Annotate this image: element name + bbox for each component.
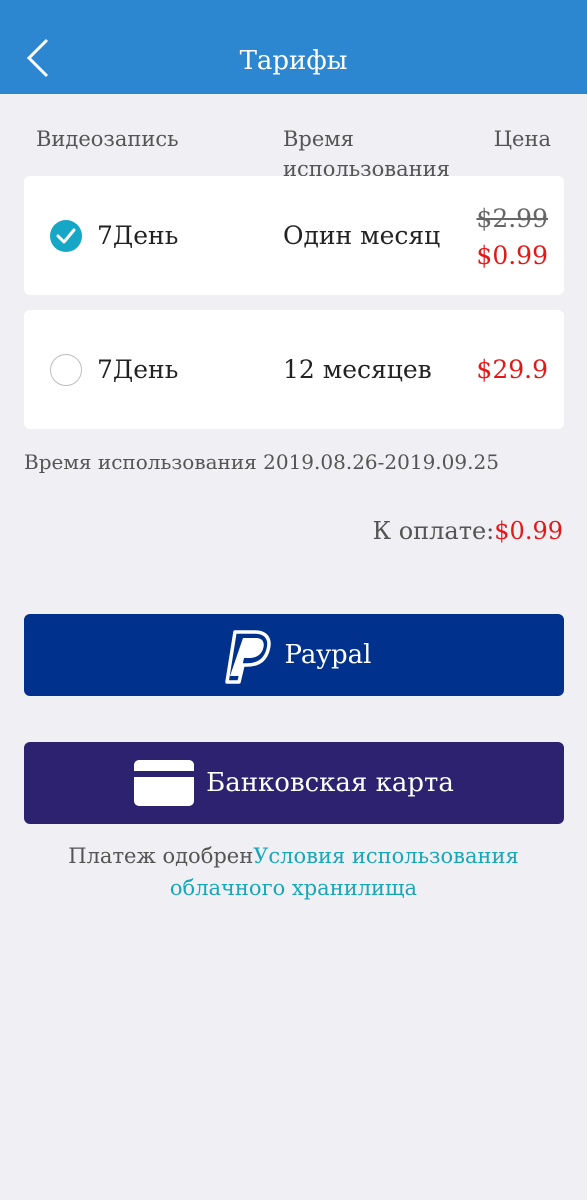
column-header-price: Цена [493,127,551,151]
plan-old-price: $2.99 [476,204,548,233]
credit-card-icon [134,760,195,806]
payment-total-amount: $0.99 [494,517,563,545]
terms-prefix: Платеж одобрен [68,844,254,868]
payment-total: К оплате:$0.99 [373,515,564,547]
terms-notice: Платеж одобренУсловия использования обла… [20,840,567,904]
bank-card-button[interactable]: Банковская карта [24,742,564,824]
bank-card-button-label: Банковская карта [206,768,454,798]
plan-option-twelve-months[interactable]: 7День 12 месяцев $29.9 [24,310,564,429]
paypal-button[interactable]: Paypal [24,614,564,696]
checkmark-icon [56,228,76,244]
page-title: Тарифы [239,46,348,76]
plan-duration: 12 месяцев [283,355,432,384]
plan-option-one-month[interactable]: 7День Один месяц $2.99 $0.99 [24,176,564,295]
column-header-video: Видеозапись [36,127,179,151]
radio-checked-icon[interactable] [50,220,82,252]
plan-price: $0.99 [476,241,548,270]
paypal-logo-icon [224,630,271,684]
payment-total-label: К оплате: [372,517,495,545]
plan-duration: Один месяц [283,221,441,250]
usage-period: Время использования 2019.08.26-2019.09.2… [24,450,499,474]
plan-name: 7День [97,355,179,384]
paypal-button-label: Paypal [284,640,372,670]
app-header: Тарифы [0,0,587,94]
radio-unchecked-icon[interactable] [50,354,82,386]
plan-name: 7День [97,221,179,250]
plan-price: $29.9 [476,355,548,384]
column-header-time: Время использования [283,127,450,176]
